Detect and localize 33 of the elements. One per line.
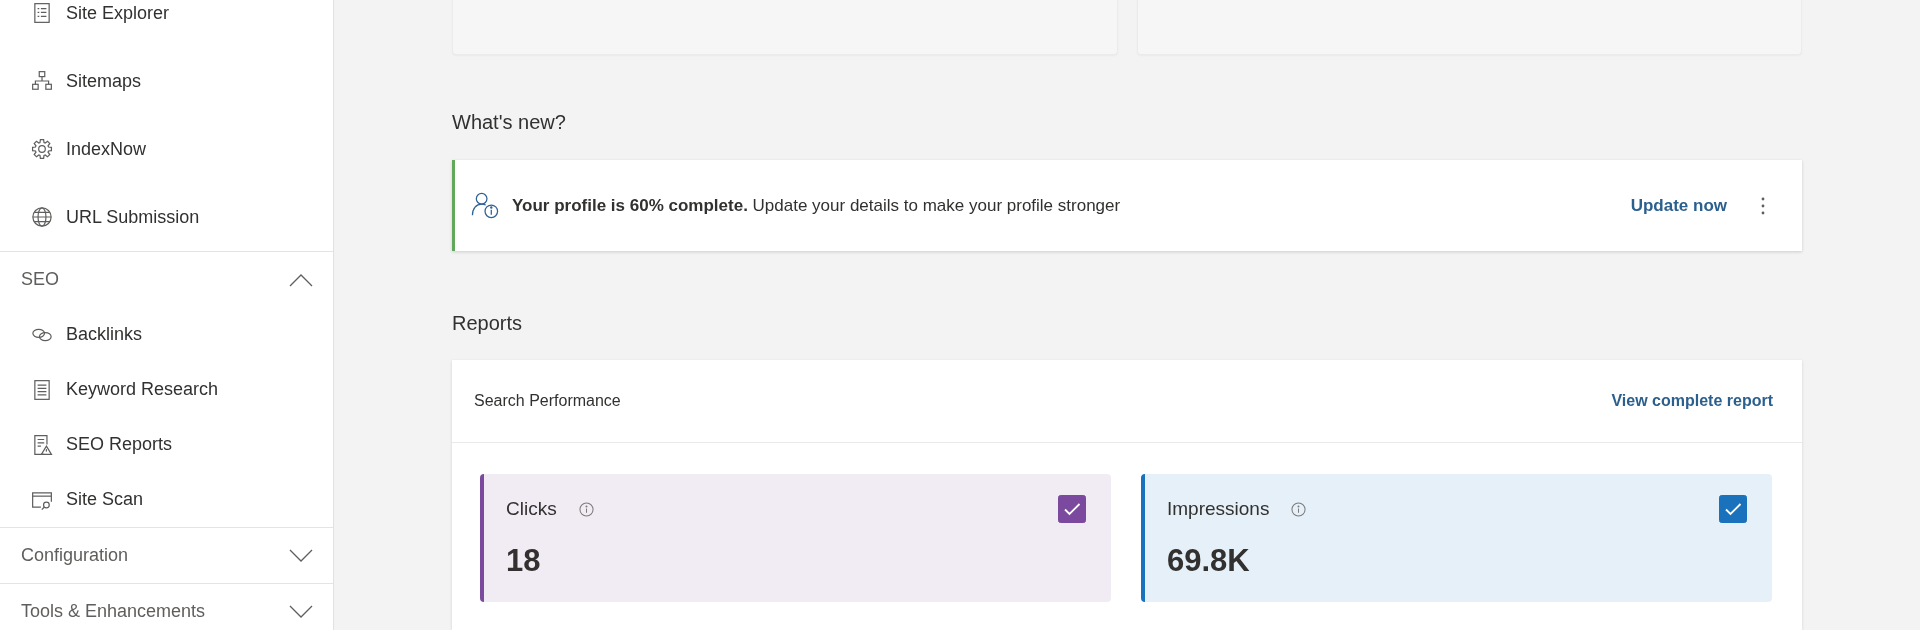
metric-label: Clicks [506,498,557,520]
sidebar-item[interactable]: SEO Reports [31,433,173,456]
section-header[interactable]: Tools & Enhancements [21,601,313,622]
section-title: What's new? [452,110,567,134]
section-header[interactable]: SEO [21,269,313,290]
metric-value: 18 [506,542,542,580]
sidebar-item[interactable]: Sitemaps [31,70,142,92]
globe-icon [31,206,53,228]
sidebar-item[interactable]: URL Submission [31,206,200,228]
metric-value: 69.8K [1167,542,1251,580]
profile-info-icon [471,191,500,220]
checkbox[interactable] [1058,495,1086,523]
notification-message: Your profile is 60% complete. Update your details to make your profile stronger [512,195,1122,216]
section-header[interactable]: Configuration [21,545,313,566]
sidebar-item[interactable]: Site Scan [31,488,144,511]
section-title: Reports [452,311,524,335]
sidebar-item[interactable]: IndexNow [31,138,147,160]
report-warning-icon [31,433,53,456]
metric-label: Impressions [1167,498,1270,520]
info-icon [1291,501,1307,517]
document-list-icon [31,2,53,24]
more-options-icon[interactable] [1760,195,1766,216]
info-icon [578,501,594,517]
sidebar-item[interactable]: Site Explorer [31,2,170,24]
gear-icon [31,138,53,160]
document-icon [31,378,53,401]
view-report-link[interactable]: View complete report [1611,392,1773,410]
sitemap-icon [31,70,53,92]
card-title: Search Performance [474,392,621,410]
sidebar-item[interactable]: Backlinks [31,323,143,346]
update-now-link[interactable]: Update now [1630,195,1727,216]
sidebar-item[interactable]: Keyword Research [31,378,219,401]
checkbox[interactable] [1719,495,1747,523]
